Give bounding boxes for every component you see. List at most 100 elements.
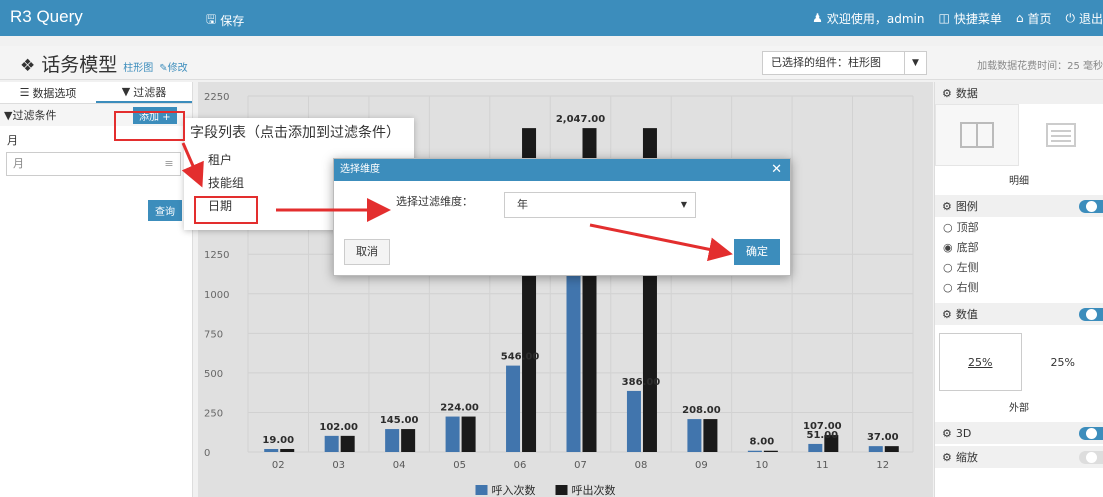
data-section-label: 数据 xyxy=(955,87,978,100)
cancel-button[interactable]: 取消 xyxy=(344,239,390,265)
dimension-select[interactable]: 年 ▼ xyxy=(504,192,696,218)
query-button[interactable]: 查询 xyxy=(148,200,182,221)
home-icon: ⌂ xyxy=(1015,11,1024,25)
save-icon: 🖫 xyxy=(206,12,217,26)
legend-option-left[interactable]: ○ 左侧 xyxy=(935,257,1103,277)
x-tick-label: 04 xyxy=(393,460,406,471)
bar-outbound xyxy=(703,419,718,452)
value-position-options: 25% 25% xyxy=(939,333,1103,391)
right-panel: ⚙ 数据 明细 ⚙ 图例 ○ 顶部 ◉ 底部 ○ 左侧 ○ 右侧 ⚙ 数值 25% 25… xyxy=(934,82,1103,497)
component-select[interactable]: 已选择的组件：柱形图 ▼ xyxy=(762,51,927,75)
x-tick-label: 02 xyxy=(272,460,285,471)
logout-label: 退出 xyxy=(1078,11,1103,26)
y-tick-label: 0 xyxy=(204,448,210,459)
gear-icon: ⚙ xyxy=(942,426,952,440)
welcome-label: 欢迎使用，admin xyxy=(826,11,925,26)
gear-icon: ⚙ xyxy=(942,307,952,321)
value-outer-option[interactable]: 25% xyxy=(1022,333,1103,391)
x-tick-label: 08 xyxy=(635,460,648,471)
legend-option-right[interactable]: ○ 右侧 xyxy=(935,277,1103,297)
bar-inbound xyxy=(868,446,883,452)
data-label: 8.00 xyxy=(750,437,775,448)
bar-outbound xyxy=(280,448,295,452)
x-tick-label: 10 xyxy=(755,460,768,471)
list-icon xyxy=(1046,123,1076,147)
save-label: 保存 xyxy=(220,14,245,28)
legend-option-bottom[interactable]: ◉ 底部 xyxy=(935,237,1103,257)
data-label: 107.00 xyxy=(803,421,842,432)
y-tick-label: 500 xyxy=(204,369,223,380)
radio-icon: ○ xyxy=(943,220,953,234)
logout-link[interactable]: ⏻ 退出 xyxy=(1065,10,1103,27)
y-tick-label: 2250 xyxy=(204,92,229,103)
filter-icon: ▼ xyxy=(4,108,13,122)
bar-inbound xyxy=(385,429,400,452)
legend-swatch xyxy=(555,485,568,495)
value-section-header: ⚙ 数值 xyxy=(935,303,1103,325)
3d-section-label: 3D xyxy=(955,426,972,440)
home-link[interactable]: ⌂ 首页 xyxy=(1016,10,1052,27)
data-section-header: ⚙ 数据 xyxy=(935,82,1103,104)
legend-section-label: 图例 xyxy=(955,200,978,213)
zoom-toggle[interactable] xyxy=(1079,451,1103,464)
load-time: 加载数据花费时间：25 毫秒 xyxy=(977,61,1103,72)
left-panel: ☰ 数据选项 ▼ 过滤器 ▼ 过滤条件 添加 + 月 月 ≡ 查询 xyxy=(0,82,193,497)
bar-inbound xyxy=(324,435,339,452)
app-brand[interactable]: R3 Query xyxy=(10,7,83,27)
value-position-label: 外部 xyxy=(1009,403,1029,414)
value-outer-label: 25% xyxy=(1050,355,1075,369)
annotation-box-add xyxy=(114,111,185,141)
filter-conditions-label: 过滤条件 xyxy=(12,109,57,122)
home-label: 首页 xyxy=(1027,11,1052,26)
legend-option-label: 左侧 xyxy=(956,261,979,274)
3d-toggle[interactable] xyxy=(1079,427,1103,440)
edit-link[interactable]: ✎修改 xyxy=(159,59,187,74)
legend-toggle[interactable] xyxy=(1079,200,1103,213)
legend-option-label: 顶部 xyxy=(956,221,979,234)
x-tick-label: 09 xyxy=(695,460,708,471)
left-tabs: ☰ 数据选项 ▼ 过滤器 xyxy=(0,82,192,104)
x-tick-label: 03 xyxy=(332,460,345,471)
quick-menu-link[interactable]: ◫ 快捷菜单 xyxy=(938,10,1001,27)
value-toggle[interactable] xyxy=(1079,308,1103,321)
filter-icon: ▼ xyxy=(121,85,131,98)
bar-inbound xyxy=(687,419,702,452)
legend-label: 呼出次数 xyxy=(572,483,616,497)
value-inner-option[interactable]: 25% xyxy=(939,333,1022,391)
gear-icon: ⚙ xyxy=(942,86,952,100)
chart-view-option[interactable] xyxy=(935,104,1019,166)
x-tick-label: 07 xyxy=(574,460,587,471)
zoom-section-label: 缩放 xyxy=(955,451,978,464)
x-tick-label: 11 xyxy=(816,460,829,471)
x-tick-label: 06 xyxy=(514,460,527,471)
bar-outbound xyxy=(340,435,355,452)
bar-inbound xyxy=(747,450,762,452)
tab-filter[interactable]: ▼ 过滤器 xyxy=(96,82,192,103)
bar-inbound xyxy=(445,416,460,452)
columns-icon xyxy=(960,122,994,148)
y-tick-label: 750 xyxy=(204,329,223,340)
nav-right: ♟ 欢迎使用，admin ◫ 快捷菜单 ⌂ 首页 ⏻ 退出 xyxy=(812,0,1103,36)
close-icon[interactable]: ✕ xyxy=(771,159,782,181)
x-tick-label: 12 xyxy=(876,460,889,471)
month-filter-input[interactable]: 月 ≡ xyxy=(6,152,181,176)
ok-button[interactable]: 确定 xyxy=(734,239,780,265)
gear-icon: ⚙ xyxy=(942,450,952,464)
annotation-box-date xyxy=(194,196,258,224)
tab-data-options[interactable]: ☰ 数据选项 xyxy=(0,82,96,103)
3d-section-header: ⚙ 3D xyxy=(935,422,1103,444)
data-view-options xyxy=(935,104,1103,166)
detail-view-option[interactable] xyxy=(1019,104,1103,166)
page-title-text: 话务模型 xyxy=(41,54,118,76)
tab-data-label: 数据选项 xyxy=(32,86,77,100)
welcome-user[interactable]: ♟ 欢迎使用，admin xyxy=(812,10,924,27)
save-button[interactable]: 🖫 保存 xyxy=(206,10,244,31)
data-label: 546.00 xyxy=(501,352,540,363)
chevron-down-icon: ▼ xyxy=(904,52,926,74)
list-icon[interactable]: ≡ xyxy=(158,153,180,175)
data-label: 19.00 xyxy=(262,435,294,446)
data-label: 102.00 xyxy=(319,422,358,433)
columns-icon: ◫ xyxy=(938,11,950,25)
legend-option-top[interactable]: ○ 顶部 xyxy=(935,217,1103,237)
value-inner-label: 25% xyxy=(968,355,993,369)
